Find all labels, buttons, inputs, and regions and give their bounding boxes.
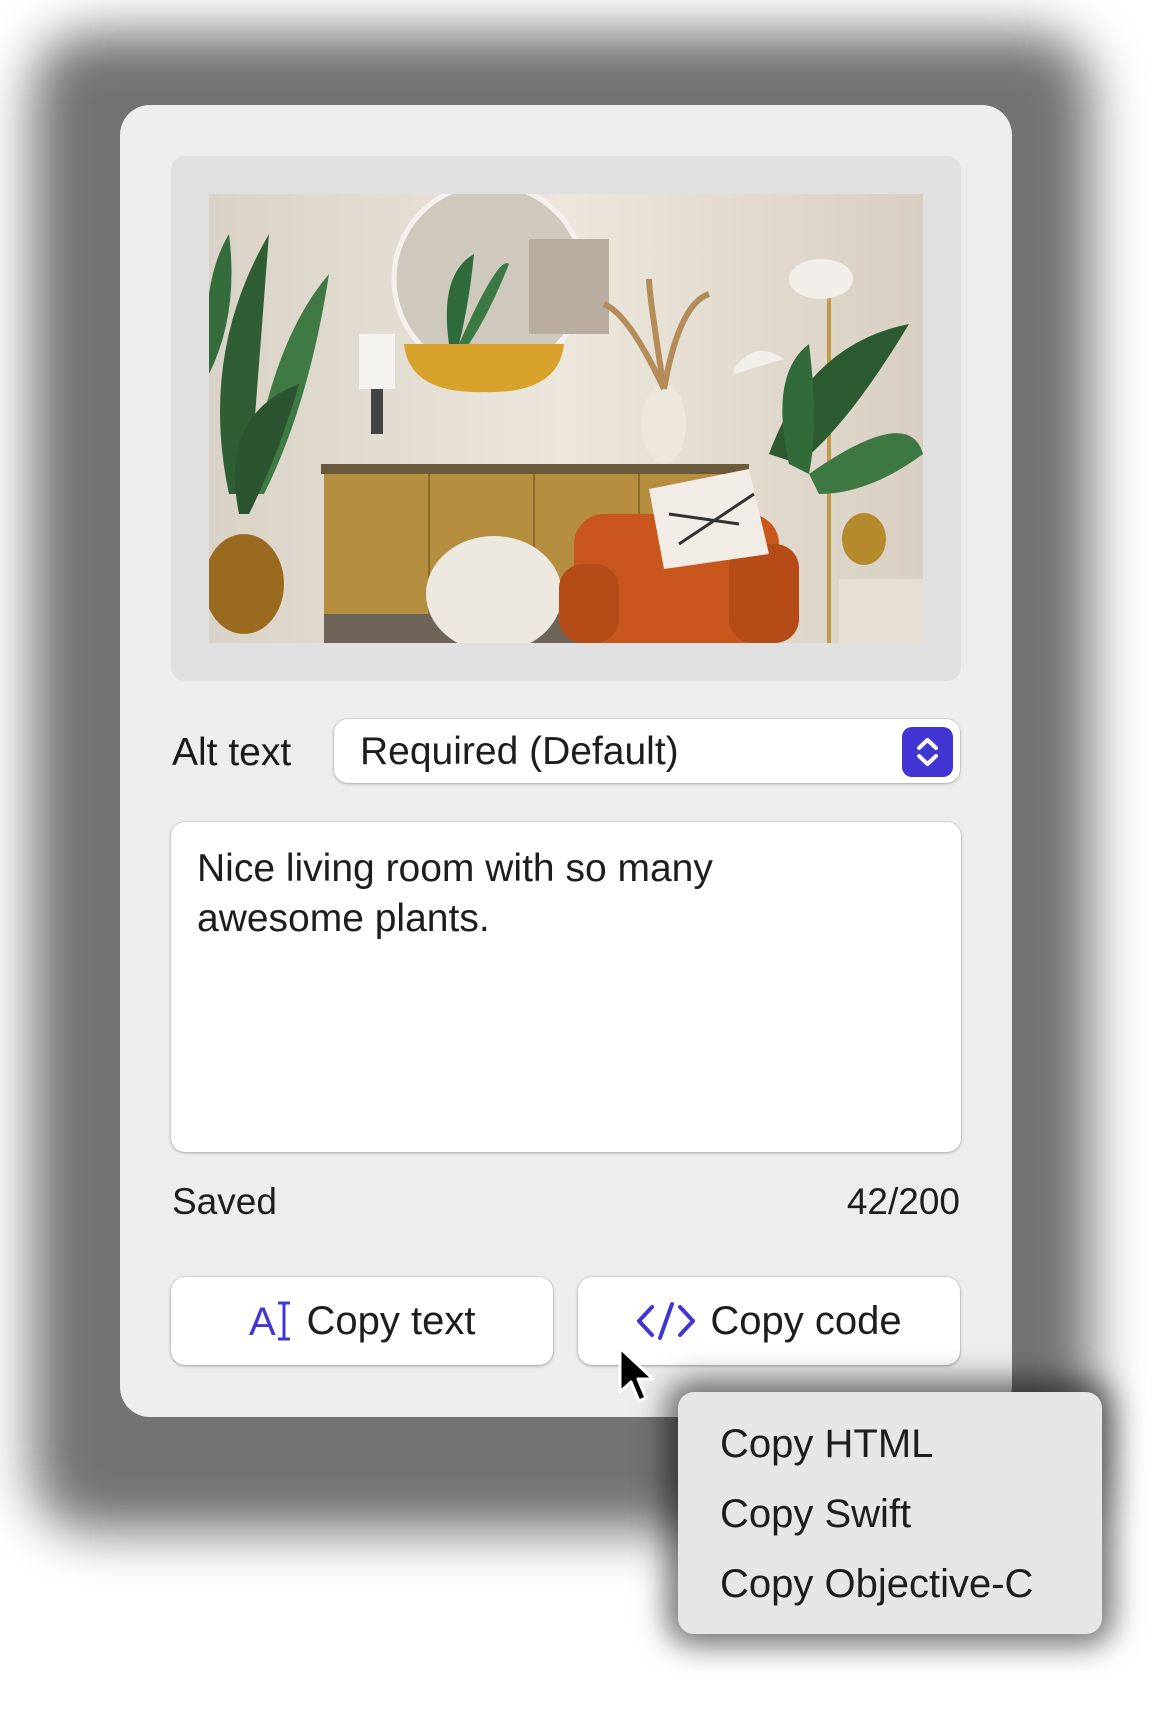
alt-text-mode-value: Required (Default) — [360, 730, 679, 773]
svg-text:A: A — [249, 1300, 276, 1343]
save-status: Saved — [172, 1181, 277, 1222]
copy-text-label: Copy text — [306, 1298, 476, 1343]
mouse-pointer-icon — [618, 1346, 655, 1403]
chevron-up-down-icon[interactable] — [902, 727, 953, 777]
preview-image — [209, 194, 923, 643]
menu-item-copy-objective-c[interactable]: Copy Objective-C — [720, 1562, 1033, 1607]
alt-text-description-field[interactable]: Nice living room with so many awesome pl… — [171, 822, 961, 1152]
copy-text-button[interactable]: A Copy text — [171, 1277, 553, 1365]
menu-item-copy-swift[interactable]: Copy Swift — [720, 1492, 911, 1537]
copy-code-menu: Copy HTML Copy Swift Copy Objective-C — [678, 1392, 1102, 1634]
alt-text-description-value: Nice living room with so many awesome pl… — [197, 847, 713, 940]
code-brackets-icon — [636, 1301, 696, 1341]
character-count: 42/200 — [846, 1181, 960, 1222]
alt-text-mode-select[interactable]: Required (Default) — [334, 719, 960, 783]
copy-code-label: Copy code — [710, 1298, 902, 1343]
text-cursor-icon: A — [249, 1299, 293, 1343]
menu-item-copy-html[interactable]: Copy HTML — [720, 1422, 933, 1467]
alt-text-label: Alt text — [172, 731, 292, 774]
